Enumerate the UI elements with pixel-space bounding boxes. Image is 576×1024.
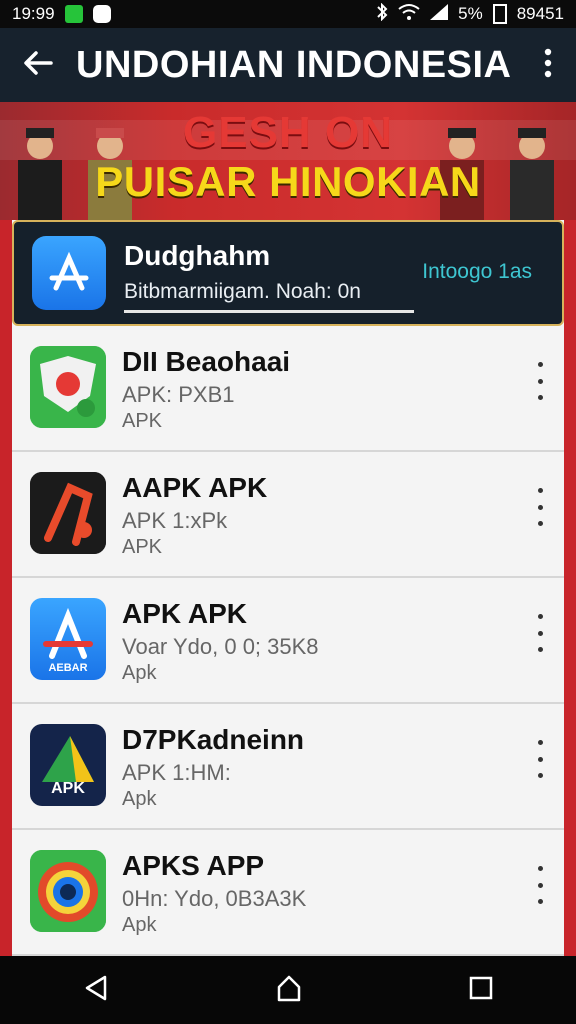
content-area: Dudghahm Bitbmarmiigam. Noah: 0n Intoogo…	[0, 220, 576, 956]
app-type: Apk	[122, 788, 157, 810]
map-pin-icon	[30, 346, 106, 428]
more-vert-dot	[537, 647, 543, 652]
more-vert-dot	[537, 504, 543, 510]
more-vert-icon	[537, 866, 543, 871]
row-more-button[interactable]	[530, 866, 550, 904]
more-vert-dot	[537, 882, 543, 888]
row-more-button[interactable]	[530, 362, 550, 400]
row-more-button[interactable]	[530, 740, 550, 778]
more-vert-dot	[537, 378, 543, 384]
status-time: 19:99	[12, 4, 55, 23]
app-type: APK	[122, 410, 163, 432]
page-title: UNDOHIAN INDONESIA	[76, 43, 512, 86]
status-left: 19:99	[12, 4, 111, 24]
more-vert-dot	[537, 773, 543, 778]
app-type: APK	[122, 536, 163, 558]
icon-caption: APK	[51, 780, 85, 797]
status-bar: 19:99 5% 89451	[0, 0, 576, 28]
more-vert-dot	[537, 630, 543, 636]
app-bar: UNDOHIAN INDONESIA	[0, 28, 576, 102]
app-name: APK APK	[122, 598, 247, 629]
row-more-button[interactable]	[530, 614, 550, 652]
play-triangle-icon: APK	[30, 724, 106, 806]
more-vert-icon	[537, 740, 543, 745]
app-meta: APK 1:xPk	[122, 508, 228, 533]
overflow-menu-button[interactable]	[520, 48, 576, 83]
nav-recents-button[interactable]	[467, 974, 495, 1007]
icon-caption: AEBAR	[48, 662, 88, 674]
camera-lens-icon	[30, 850, 106, 932]
featured-app-status: Intoogo 1as	[422, 260, 532, 283]
app-list-item[interactable]: DII Beaohaai APK: PXB1 APK	[12, 326, 564, 452]
system-nav-bar	[0, 956, 576, 1024]
app-name: DII Beaohaai	[122, 346, 291, 377]
wifi-icon	[398, 3, 420, 26]
more-vert-icon	[537, 362, 543, 367]
app-list: DII Beaohaai APK: PXB1 APK AAPK APK APK …	[12, 326, 564, 956]
app-list-item[interactable]: AAPK APK APK 1:xPk APK	[12, 452, 564, 578]
nav-back-button[interactable]	[81, 973, 111, 1008]
more-vert-dot	[537, 395, 543, 400]
signal-icon	[430, 3, 449, 25]
row-more-button[interactable]	[530, 488, 550, 526]
home-icon	[274, 975, 304, 1007]
more-vert-dot	[537, 756, 543, 762]
app-meta: APK: PXB1	[122, 382, 235, 407]
more-vert-icon	[537, 614, 543, 619]
app-meta: 0Hn: Ydo, 0B3A3K	[122, 886, 307, 911]
banner-subheadline: PUISAR HINOKIAN	[95, 158, 481, 205]
bluetooth-icon	[376, 2, 388, 26]
shield-icon	[92, 5, 111, 23]
app-meta: Voar Ydo, 0 0; 35K8	[122, 634, 319, 659]
notification-icon	[64, 5, 83, 23]
more-vert-dot	[537, 899, 543, 904]
featured-app-name: Dudghahm	[124, 240, 271, 271]
battery-icon	[492, 4, 507, 24]
recents-square-icon	[467, 976, 495, 1006]
app-name: D7PKadneinn	[122, 724, 305, 755]
app-list-item[interactable]: APKS APP 0Hn: Ydo, 0B3A3K Apk	[12, 830, 564, 956]
battery-percent: 5%	[458, 4, 483, 23]
app-list-item[interactable]: APK D7PKadneinn APK 1:HM: Apk	[12, 704, 564, 830]
back-button[interactable]	[0, 50, 76, 81]
more-vert-icon	[537, 488, 543, 493]
app-name: APKS APP	[122, 850, 265, 881]
more-vert-icon	[544, 48, 552, 83]
app-type: Apk	[122, 662, 157, 684]
status-extra: 89451	[516, 4, 564, 23]
app-list-item[interactable]: AEBAR APK APK Voar Ydo, 0 0; 35K8 Apk	[12, 578, 564, 704]
nav-home-button[interactable]	[274, 973, 304, 1008]
app-type: Apk	[122, 914, 157, 936]
app-name: AAPK APK	[122, 472, 268, 503]
back-triangle-icon	[81, 975, 111, 1007]
featured-app-card[interactable]: Dudghahm Bitbmarmiigam. Noah: 0n Intoogo…	[12, 220, 564, 326]
more-vert-dot	[537, 521, 543, 526]
promo-banner[interactable]: GESH ON PUISAR HINOKIAN	[0, 102, 576, 220]
app-store-icon: AEBAR	[30, 598, 106, 680]
arrow-left-icon	[23, 50, 53, 81]
app-meta: APK 1:HM:	[122, 760, 231, 785]
featured-app-subtitle: Bitbmarmiigam. Noah: 0n	[124, 280, 361, 303]
status-right: 5% 89451	[376, 2, 564, 26]
banner-headline: GESH ON	[183, 108, 393, 157]
crossbow-icon	[30, 472, 106, 554]
app-store-icon	[32, 236, 106, 310]
featured-progress-bar	[124, 310, 414, 313]
